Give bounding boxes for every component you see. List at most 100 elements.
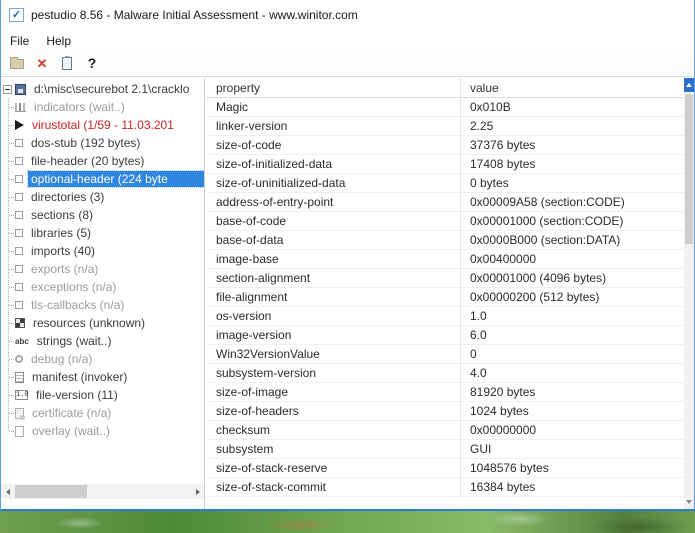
tree-item-exceptions[interactable]: exceptions (n/a) <box>1 278 204 296</box>
property-cell: address-of-entry-point <box>206 193 461 211</box>
table-row[interactable]: Win32VersionValue0 <box>206 345 685 364</box>
horizontal-scroll-thumb[interactable] <box>15 485 87 498</box>
value-cell: 0x00000200 (512 bytes) <box>461 288 685 306</box>
table-row[interactable]: address-of-entry-point0x00009A58 (sectio… <box>206 193 685 212</box>
table-row[interactable]: subsystem-version4.0 <box>206 364 685 383</box>
value-cell: 0x00001000 (4096 bytes) <box>461 269 685 287</box>
box-icon <box>15 139 23 147</box>
table-row[interactable]: size-of-initialized-data17408 bytes <box>206 155 685 174</box>
scroll-left-button[interactable] <box>1 484 15 499</box>
tree-item-dos-stub[interactable]: dos-stub (192 bytes) <box>1 134 204 152</box>
property-cell: checksum <box>206 421 461 439</box>
table-row[interactable]: size-of-code37376 bytes <box>206 136 685 155</box>
tree-item-strings[interactable]: abc strings (wait..) <box>1 332 204 350</box>
table-header: property value <box>206 78 685 98</box>
tree-item-list: indicators (wait..)virustotal (1/59 - 11… <box>1 98 204 440</box>
table-row[interactable]: size-of-image81920 bytes <box>206 383 685 402</box>
value-cell: 0 <box>461 345 685 363</box>
scroll-down-button[interactable] <box>684 495 694 509</box>
tree-item-debug[interactable]: debug (n/a) <box>1 350 204 368</box>
box-icon <box>15 193 23 201</box>
box-icon <box>15 229 23 237</box>
scroll-up-button[interactable] <box>684 78 694 92</box>
tree-item-label: file-header (20 bytes) <box>28 153 147 169</box>
table-row[interactable]: image-version6.0 <box>206 326 685 345</box>
table-row[interactable]: section-alignment0x00001000 (4096 bytes) <box>206 269 685 288</box>
column-header-value[interactable]: value <box>461 78 685 97</box>
toolbar <box>1 51 694 77</box>
property-cell: base-of-code <box>206 212 461 230</box>
help-button[interactable] <box>81 54 103 74</box>
tree-item-label: file-version (11) <box>33 387 121 403</box>
column-header-property[interactable]: property <box>206 78 461 97</box>
vertical-scroll-thumb[interactable] <box>685 94 693 244</box>
table-row[interactable]: size-of-stack-reserve1048576 bytes <box>206 459 685 478</box>
table-row[interactable]: os-version1.0 <box>206 307 685 326</box>
table-row[interactable]: linker-version2.25 <box>206 117 685 136</box>
tree-item-file-version[interactable]: 1.0file-version (11) <box>1 386 204 404</box>
value-cell: 0x00001000 (section:CODE) <box>461 212 685 230</box>
table-row[interactable]: size-of-uninitialized-data0 bytes <box>206 174 685 193</box>
property-cell: Win32VersionValue <box>206 345 461 363</box>
value-cell: 0x00400000 <box>461 250 685 268</box>
table-row[interactable]: subsystemGUI <box>206 440 685 459</box>
property-cell: os-version <box>206 307 461 325</box>
property-cell: image-base <box>206 250 461 268</box>
tree-item-directories[interactable]: directories (3) <box>1 188 204 206</box>
menu-file[interactable]: File <box>10 34 29 48</box>
tree-item-optional-header[interactable]: optional-header (224 byte <box>1 170 204 188</box>
menu-help[interactable]: Help <box>46 34 71 48</box>
tree-item-label: tls-callbacks (n/a) <box>28 297 127 313</box>
value-cell: 1.0 <box>461 307 685 325</box>
main-area: d:\misc\securebot 2.1\cracklo indicators… <box>1 78 694 509</box>
table-row[interactable]: checksum0x00000000 <box>206 421 685 440</box>
table-row[interactable]: size-of-stack-commit16384 bytes <box>206 478 685 497</box>
screen: pestudio 8.56 - Malware Initial Assessme… <box>0 0 695 533</box>
value-cell: 0x0000B000 (section:DATA) <box>461 231 685 249</box>
tree-item-sections[interactable]: sections (8) <box>1 206 204 224</box>
open-file-button[interactable] <box>6 54 28 74</box>
remove-file-icon <box>37 56 48 71</box>
table-row[interactable]: Magic0x010B <box>206 98 685 117</box>
tree-item-virustotal[interactable]: virustotal (1/59 - 11.03.201 <box>1 116 204 134</box>
tree-root-item[interactable]: d:\misc\securebot 2.1\cracklo <box>1 80 204 98</box>
manifest-icon <box>15 372 24 383</box>
tree-item-label: dos-stub (192 bytes) <box>28 135 143 151</box>
tree-item-libraries[interactable]: libraries (5) <box>1 224 204 242</box>
table-row[interactable]: image-base0x00400000 <box>206 250 685 269</box>
tree-item-manifest[interactable]: manifest (invoker) <box>1 368 204 386</box>
tree-item-exports[interactable]: exports (n/a) <box>1 260 204 278</box>
tree-item-label: strings (wait..) <box>34 333 115 349</box>
tree-item-label: certificate (n/a) <box>29 405 114 421</box>
property-cell: image-version <box>206 326 461 344</box>
tree-item-overlay[interactable]: overlay (wait..) <box>1 422 204 440</box>
tree-item-label: debug (n/a) <box>28 351 95 367</box>
table-row[interactable]: base-of-code0x00001000 (section:CODE) <box>206 212 685 231</box>
copy-button[interactable] <box>56 54 78 74</box>
table-row[interactable]: base-of-data0x0000B000 (section:DATA) <box>206 231 685 250</box>
property-cell: size-of-stack-commit <box>206 478 461 496</box>
tree-item-imports[interactable]: imports (40) <box>1 242 204 260</box>
tree-horizontal-scrollbar[interactable] <box>1 484 205 499</box>
table-row[interactable]: size-of-headers1024 bytes <box>206 402 685 421</box>
debug-icon <box>15 355 23 363</box>
collapse-toggle[interactable] <box>3 85 12 94</box>
tree-item-indicators[interactable]: indicators (wait..) <box>1 98 204 116</box>
tree-item-tls-callbacks[interactable]: tls-callbacks (n/a) <box>1 296 204 314</box>
value-cell: 16384 bytes <box>461 478 685 496</box>
table-row[interactable]: file-alignment0x00000200 (512 bytes) <box>206 288 685 307</box>
tree-item-file-header[interactable]: file-header (20 bytes) <box>1 152 204 170</box>
value-cell: 4.0 <box>461 364 685 382</box>
remove-file-button[interactable] <box>31 54 53 74</box>
value-cell: 17408 bytes <box>461 155 685 173</box>
tree-item-resources[interactable]: resources (unknown) <box>1 314 204 332</box>
tree-item-certificate[interactable]: certificate (n/a) <box>1 404 204 422</box>
property-cell: file-alignment <box>206 288 461 306</box>
resources-icon <box>15 318 25 328</box>
indicators-icon <box>15 103 26 112</box>
abc-icon: abc <box>15 337 29 346</box>
table-vertical-scrollbar[interactable] <box>684 78 694 509</box>
value-cell: 0 bytes <box>461 174 685 192</box>
box-icon <box>15 211 23 219</box>
scroll-right-button[interactable] <box>191 484 205 499</box>
